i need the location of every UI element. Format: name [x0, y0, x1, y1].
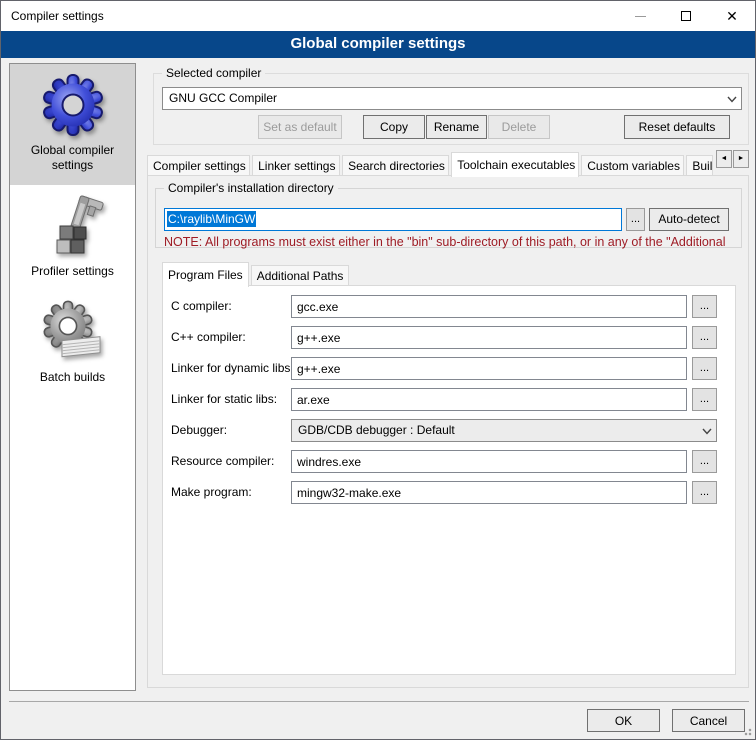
c-compiler-label: C compiler: — [171, 299, 232, 313]
installation-directory-group-label: Compiler's installation directory — [164, 181, 338, 195]
minimize-icon — [635, 16, 646, 17]
program-files-panel: C compiler: ... C++ compiler: ... Linker… — [162, 285, 736, 675]
tab-search-directories[interactable]: Search directories — [342, 155, 449, 176]
resource-compiler-label: Resource compiler: — [171, 454, 274, 468]
c-compiler-browse-button[interactable]: ... — [692, 295, 717, 318]
installation-directory-note: NOTE: All programs must exist either in … — [164, 235, 738, 249]
close-button[interactable]: ✕ — [709, 1, 755, 31]
cpp-compiler-label: C++ compiler: — [171, 330, 246, 344]
make-program-label: Make program: — [171, 485, 252, 499]
selected-compiler-group: Selected compiler GNU GCC Compiler Set a… — [153, 73, 749, 145]
sidebar-item-profiler-settings[interactable]: Profiler settings — [10, 185, 135, 291]
tab-scroll-right-icon[interactable]: ► — [733, 150, 749, 168]
sidebar-item-label: Profiler settings — [31, 264, 114, 278]
debugger-value: GDB/CDB debugger : Default — [298, 423, 455, 437]
installation-directory-browse-button[interactable]: ... — [626, 208, 645, 231]
window-title: Compiler settings — [11, 1, 104, 31]
delete-button[interactable]: Delete — [488, 115, 550, 139]
caliper-icon — [40, 193, 106, 259]
chevron-down-icon — [727, 96, 735, 104]
linker-dynamic-browse-button[interactable]: ... — [692, 357, 717, 380]
selected-compiler-dropdown[interactable]: GNU GCC Compiler — [162, 87, 742, 110]
resource-compiler-browse-button[interactable]: ... — [692, 450, 717, 473]
debugger-label: Debugger: — [171, 423, 227, 437]
resize-grip[interactable] — [742, 726, 752, 736]
linker-static-browse-button[interactable]: ... — [692, 388, 717, 411]
selected-compiler-value: GNU GCC Compiler — [169, 91, 277, 105]
linker-static-label: Linker for static libs: — [171, 392, 277, 406]
minimize-button[interactable] — [617, 1, 663, 31]
tab-scroll-arrows: ◄ ► — [715, 150, 749, 168]
installation-directory-input[interactable]: C:\raylib\MinGW — [164, 208, 622, 231]
settings-category-list: Global compiler settings Profiler settin… — [9, 63, 136, 691]
linker-dynamic-label: Linker for dynamic libs: — [171, 361, 294, 375]
installation-directory-value: C:\raylib\MinGW — [167, 211, 256, 227]
tab-custom-variables[interactable]: Custom variables — [581, 155, 684, 176]
maximize-button[interactable] — [663, 1, 709, 31]
cancel-button[interactable]: Cancel — [672, 709, 745, 732]
selected-compiler-group-label: Selected compiler — [162, 66, 265, 80]
compiler-tabs: Compiler settings Linker settings Search… — [147, 150, 749, 176]
close-icon: ✕ — [726, 9, 738, 23]
reset-defaults-button[interactable]: Reset defaults — [624, 115, 730, 139]
set-as-default-button[interactable]: Set as default — [258, 115, 342, 139]
toolchain-executables-panel: Compiler's installation directory C:\ray… — [147, 175, 749, 688]
tab-scroll-left-icon[interactable]: ◄ — [716, 150, 732, 168]
copy-button[interactable]: Copy — [363, 115, 425, 139]
cpp-compiler-input[interactable] — [291, 326, 687, 349]
sidebar-item-global-compiler-settings[interactable]: Global compiler settings — [10, 64, 135, 185]
tab-program-files[interactable]: Program Files — [162, 262, 249, 287]
dialog-header: Global compiler settings — [1, 31, 755, 58]
compiler-settings-dialog: Compiler settings ✕ Global compiler sett… — [0, 0, 756, 740]
linker-static-input[interactable] — [291, 388, 687, 411]
blue-gear-icon — [40, 72, 106, 138]
linker-dynamic-input[interactable] — [291, 357, 687, 380]
tab-compiler-settings[interactable]: Compiler settings — [147, 155, 250, 176]
installation-directory-group: Compiler's installation directory C:\ray… — [155, 188, 742, 248]
make-program-browse-button[interactable]: ... — [692, 481, 717, 504]
tab-linker-settings[interactable]: Linker settings — [252, 155, 340, 176]
sidebar-item-label: Batch builds — [40, 370, 105, 384]
make-program-input[interactable] — [291, 481, 687, 504]
c-compiler-input[interactable] — [291, 295, 687, 318]
tab-build-options[interactable]: Build options — [686, 155, 713, 176]
rename-button[interactable]: Rename — [426, 115, 487, 139]
gray-gear-stack-icon — [40, 299, 106, 365]
ok-button[interactable]: OK — [587, 709, 660, 732]
resource-compiler-input[interactable] — [291, 450, 687, 473]
tab-additional-paths[interactable]: Additional Paths — [251, 265, 350, 286]
sidebar-item-batch-builds[interactable]: Batch builds — [10, 291, 135, 397]
titlebar: Compiler settings ✕ — [1, 1, 755, 31]
tab-toolchain-executables[interactable]: Toolchain executables — [451, 152, 579, 177]
maximize-icon — [681, 11, 691, 21]
debugger-dropdown[interactable]: GDB/CDB debugger : Default — [291, 419, 717, 442]
sidebar-item-label: Global compiler settings — [31, 143, 114, 172]
cpp-compiler-browse-button[interactable]: ... — [692, 326, 717, 349]
auto-detect-button[interactable]: Auto-detect — [649, 208, 729, 231]
program-files-tabs: Program Files Additional Paths — [162, 260, 722, 286]
footer-divider — [9, 701, 749, 702]
chevron-down-icon — [702, 428, 710, 436]
